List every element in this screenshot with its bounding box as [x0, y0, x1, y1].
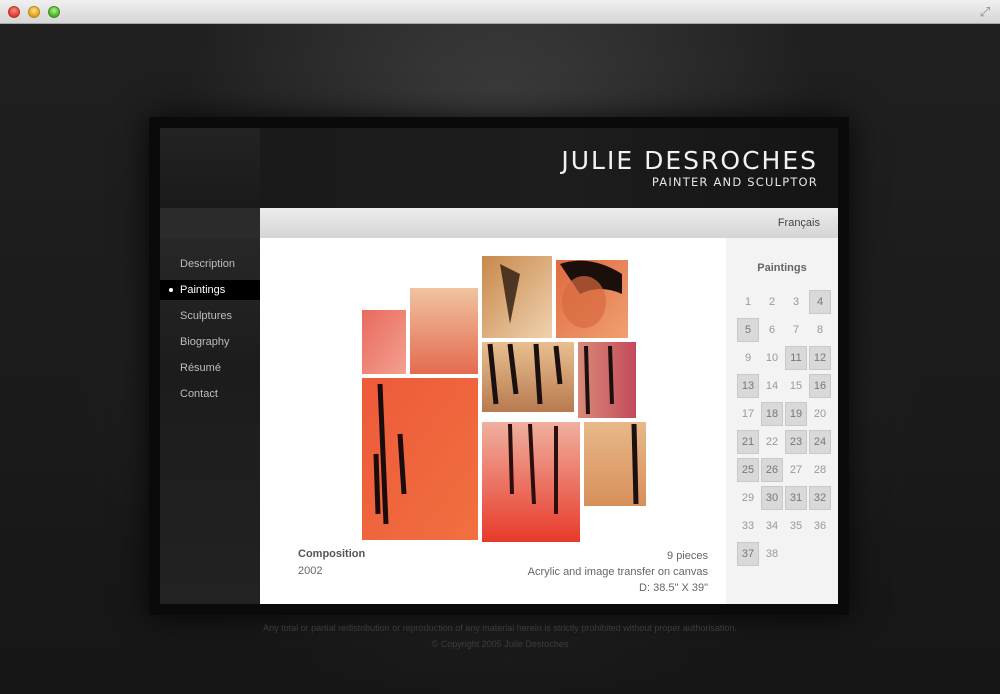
gallery-item-5[interactable]: 5 [737, 318, 759, 342]
site-frame: JULIE DESROCHES PAINTER AND SCULPTOR Des… [149, 117, 849, 615]
artwork-panel: Composition 2002 9 pieces Acrylic and im… [260, 238, 726, 604]
artwork-medium: Acrylic and image transfer on canvas [527, 566, 708, 578]
gallery-title: Paintings [757, 262, 807, 274]
fullscreen-icon[interactable]: ⤢ [978, 5, 992, 19]
window-titlebar: ⤢ [0, 0, 1000, 24]
gallery-item-14[interactable]: 14 [761, 374, 783, 398]
zoom-window-button[interactable] [48, 6, 60, 18]
artwork-details: 9 pieces Acrylic and image transfer on c… [528, 548, 708, 596]
artwork-pieces: 9 pieces [667, 550, 708, 562]
gallery-item-32[interactable]: 32 [809, 486, 831, 510]
site-name: JULIE DESROCHES [561, 146, 818, 175]
gallery-item-18[interactable]: 18 [761, 402, 783, 426]
gallery-item-23[interactable]: 23 [785, 430, 807, 454]
gallery-item-30[interactable]: 30 [761, 486, 783, 510]
gallery-item-2[interactable]: 2 [761, 290, 783, 314]
footer-copyright: © Copyright 2005 Julie Desroches [431, 639, 569, 649]
gallery-item-7[interactable]: 7 [785, 318, 807, 342]
site-header: JULIE DESROCHES PAINTER AND SCULPTOR [160, 128, 838, 208]
footer-notice: Any total or partial redistribution or r… [263, 623, 737, 633]
language-switch-link[interactable]: Français [778, 217, 820, 229]
gallery-item-17[interactable]: 17 [737, 402, 759, 426]
page-viewport: JULIE DESROCHES PAINTER AND SCULPTOR Des… [0, 24, 1000, 694]
artwork-image[interactable] [360, 254, 650, 544]
gallery-item-37[interactable]: 37 [737, 542, 759, 566]
gallery-item-31[interactable]: 31 [785, 486, 807, 510]
gallery-item-6[interactable]: 6 [761, 318, 783, 342]
gallery-item-21[interactable]: 21 [737, 430, 759, 454]
gallery-item-20[interactable]: 20 [809, 402, 831, 426]
gallery-item-28[interactable]: 28 [809, 458, 831, 482]
gallery-item-8[interactable]: 8 [809, 318, 831, 342]
gallery-item-9[interactable]: 9 [737, 346, 759, 370]
gallery-item-12[interactable]: 12 [809, 346, 831, 370]
gallery-item-19[interactable]: 19 [785, 402, 807, 426]
gallery-item-34[interactable]: 34 [761, 514, 783, 538]
gallery-item-25[interactable]: 25 [737, 458, 759, 482]
gallery-item-27[interactable]: 27 [785, 458, 807, 482]
close-window-button[interactable] [8, 6, 20, 18]
gallery-item-38[interactable]: 38 [761, 542, 783, 566]
gallery-item-4[interactable]: 4 [809, 290, 831, 314]
language-bar: Français [260, 208, 838, 238]
gallery-item-11[interactable]: 11 [785, 346, 807, 370]
gallery-item-10[interactable]: 10 [761, 346, 783, 370]
sidebar: Description Paintings Sculptures Biography R… [160, 208, 280, 604]
gallery-item-33[interactable]: 33 [737, 514, 759, 538]
artwork-title: Composition [298, 548, 366, 560]
minimize-window-button[interactable] [28, 6, 40, 18]
gallery-item-22[interactable]: 22 [761, 430, 783, 454]
gallery-item-26[interactable]: 26 [761, 458, 783, 482]
artwork-dimensions: D: 38.5" X 39" [639, 582, 708, 594]
gallery-item-1[interactable]: 1 [737, 290, 759, 314]
gallery-item-16[interactable]: 16 [809, 374, 831, 398]
gallery-item-35[interactable]: 35 [785, 514, 807, 538]
site-tagline: PAINTER AND SCULPTOR [651, 175, 818, 189]
gallery-item-29[interactable]: 29 [737, 486, 759, 510]
gallery-item-24[interactable]: 24 [809, 430, 831, 454]
gallery-index: Paintings 1 2 3 4 5 6 7 8 9 10 11 12 13 14 15 16 17 18 19 2… [726, 238, 838, 604]
gallery-item-15[interactable]: 15 [785, 374, 807, 398]
site-container: JULIE DESROCHES PAINTER AND SCULPTOR Des… [160, 128, 838, 604]
gallery-item-3[interactable]: 3 [785, 290, 807, 314]
gallery-item-36[interactable]: 36 [809, 514, 831, 538]
artwork-year: 2002 [298, 565, 323, 577]
site-footer: Any total or partial redistribution or r… [0, 620, 1000, 652]
gallery-item-13[interactable]: 13 [737, 374, 759, 398]
